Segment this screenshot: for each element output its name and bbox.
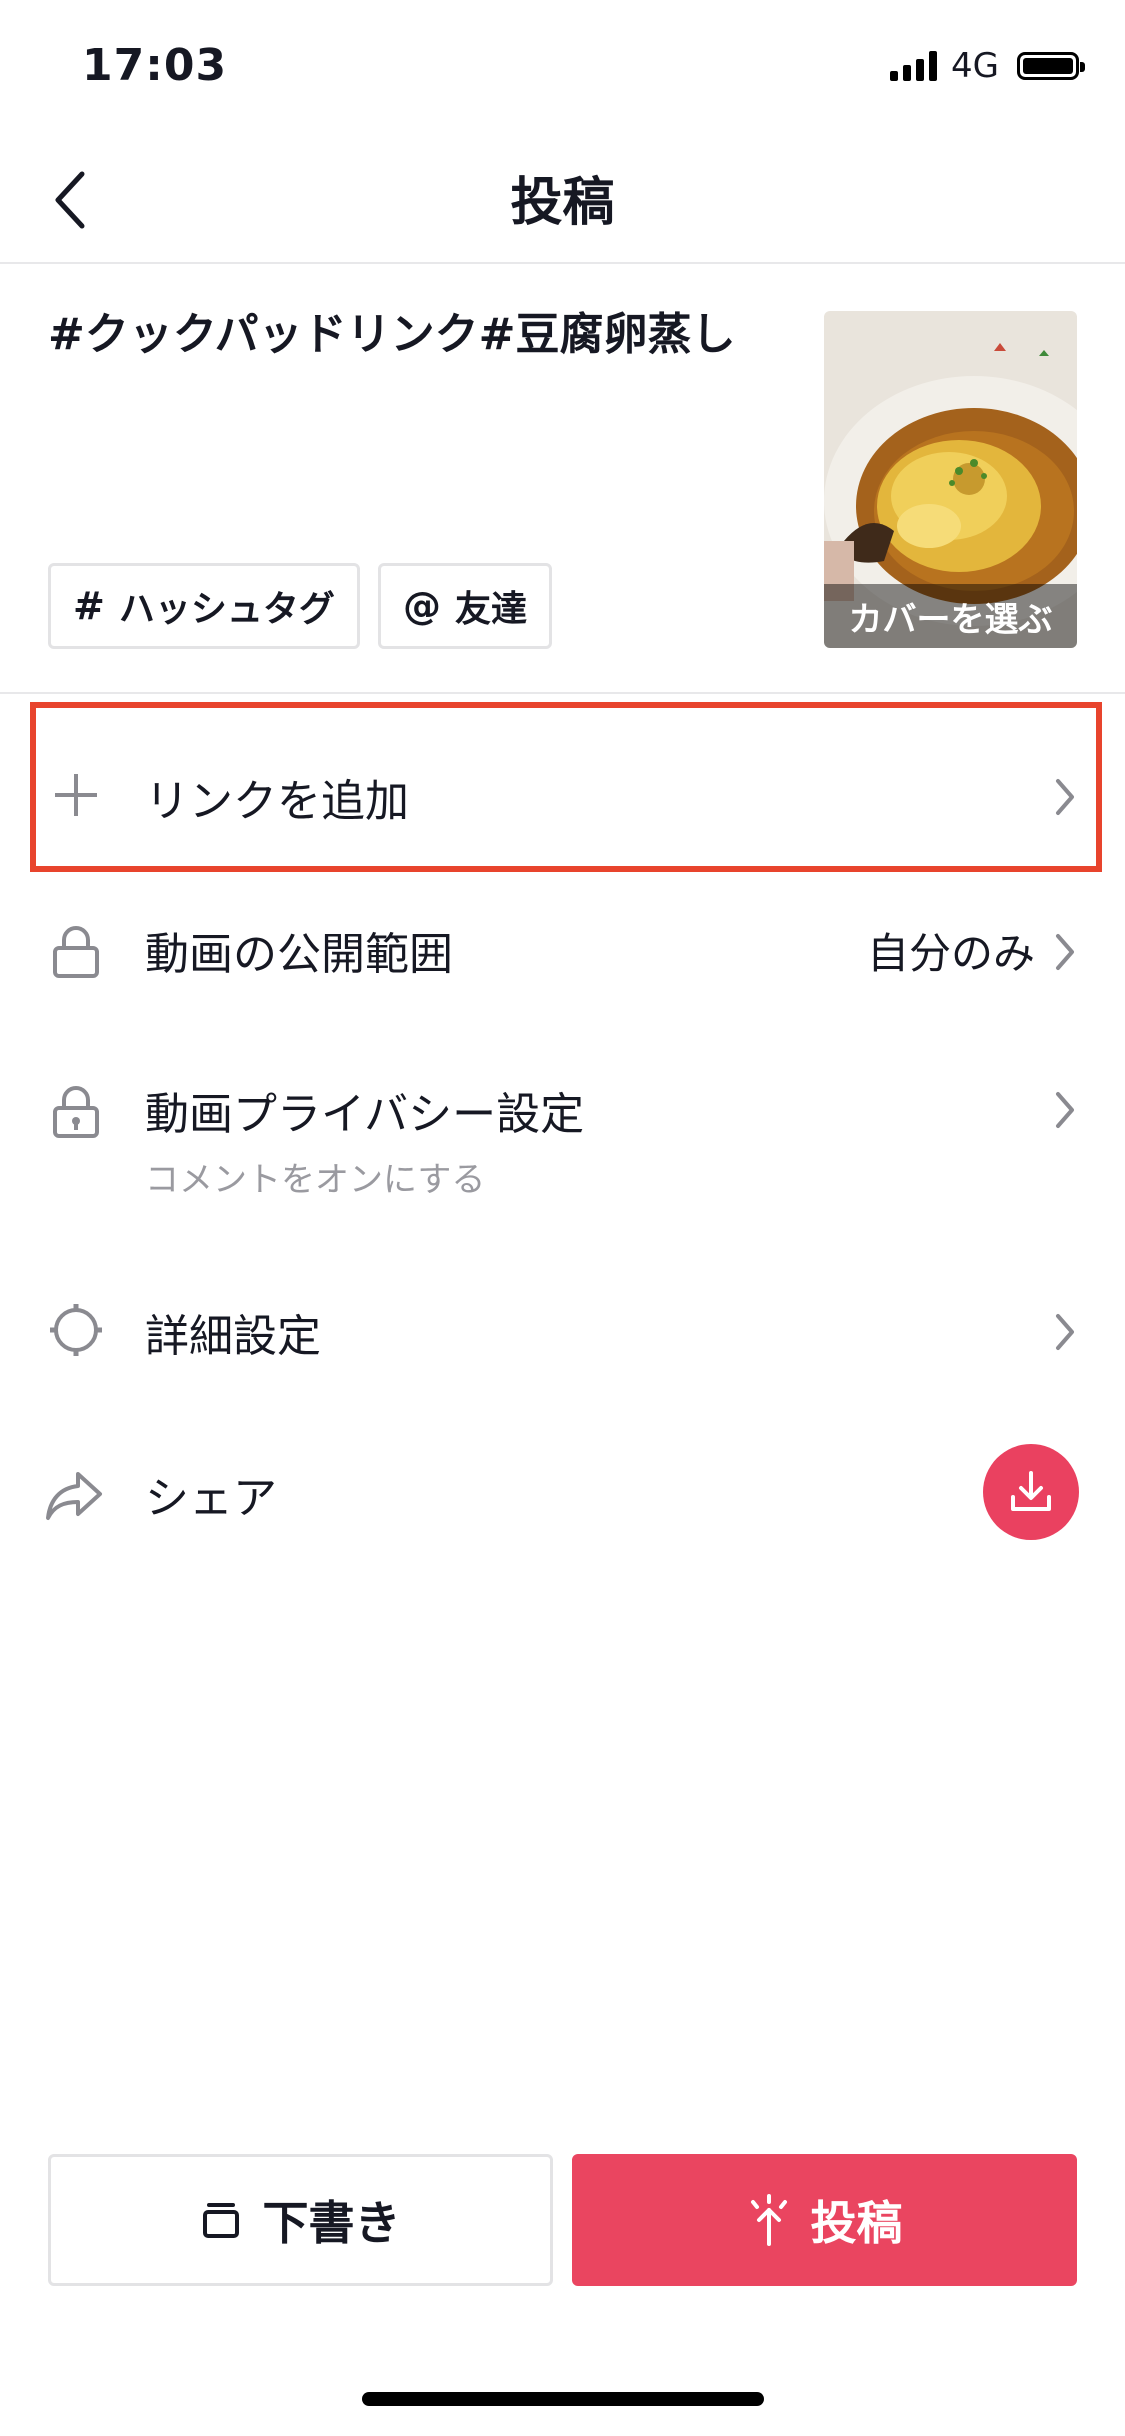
battery-icon — [1017, 52, 1085, 80]
network-type: 4G — [951, 46, 999, 86]
advanced-settings-label: 詳細設定 — [145, 1311, 321, 1362]
chevron-right-icon — [1050, 930, 1080, 974]
visibility-label: 動画の公開範囲 — [145, 929, 453, 980]
status-indicators: 4G — [890, 46, 1085, 86]
drafts-icon — [202, 2203, 239, 2238]
lock-icon — [46, 1082, 106, 1142]
post-button[interactable]: 投稿 — [572, 2154, 1077, 2286]
lock-icon — [46, 922, 106, 982]
download-icon — [1011, 1471, 1051, 1511]
chevron-right-icon — [1050, 1310, 1080, 1354]
home-indicator[interactable] — [362, 2392, 764, 2406]
page-title: 投稿 — [510, 173, 615, 233]
divider — [0, 692, 1125, 694]
caption-text[interactable]: #クックパッドリンク#豆腐卵蒸し — [48, 305, 768, 365]
divider — [0, 262, 1125, 264]
status-time: 17:03 — [82, 40, 228, 91]
gear-icon — [46, 1300, 106, 1360]
hashtag-icon: # — [73, 584, 105, 628]
at-icon: @ — [403, 584, 441, 628]
hashtag-button[interactable]: # ハッシュタグ — [48, 563, 360, 649]
post-label: 投稿 — [810, 2196, 903, 2250]
cover-label: カバーを選ぶ — [824, 584, 1077, 648]
privacy-label: 動画プライバシー設定 — [145, 1089, 585, 1140]
draft-button[interactable]: 下書き — [48, 2154, 553, 2286]
mention-label: 友達 — [455, 589, 528, 630]
draft-label: 下書き — [262, 2196, 401, 2250]
signal-icon — [890, 51, 938, 81]
privacy-sublabel: コメントをオンにする — [145, 1160, 486, 1200]
add-link-label: リンクを追加 — [145, 776, 409, 827]
visibility-value: 自分のみ — [866, 929, 1035, 978]
download-button[interactable] — [983, 1444, 1079, 1540]
mention-button[interactable]: @ 友達 — [378, 563, 553, 649]
hashtag-label: ハッシュタグ — [118, 589, 335, 630]
chevron-right-icon — [1050, 775, 1080, 819]
cover-thumbnail[interactable]: カバーを選ぶ — [824, 311, 1077, 648]
share-label: シェア — [145, 1473, 277, 1524]
upload-sparkle-icon — [750, 2194, 787, 2246]
share-arrow-icon — [44, 1465, 104, 1525]
chevron-right-icon — [1050, 1088, 1080, 1132]
plus-icon — [46, 765, 106, 825]
